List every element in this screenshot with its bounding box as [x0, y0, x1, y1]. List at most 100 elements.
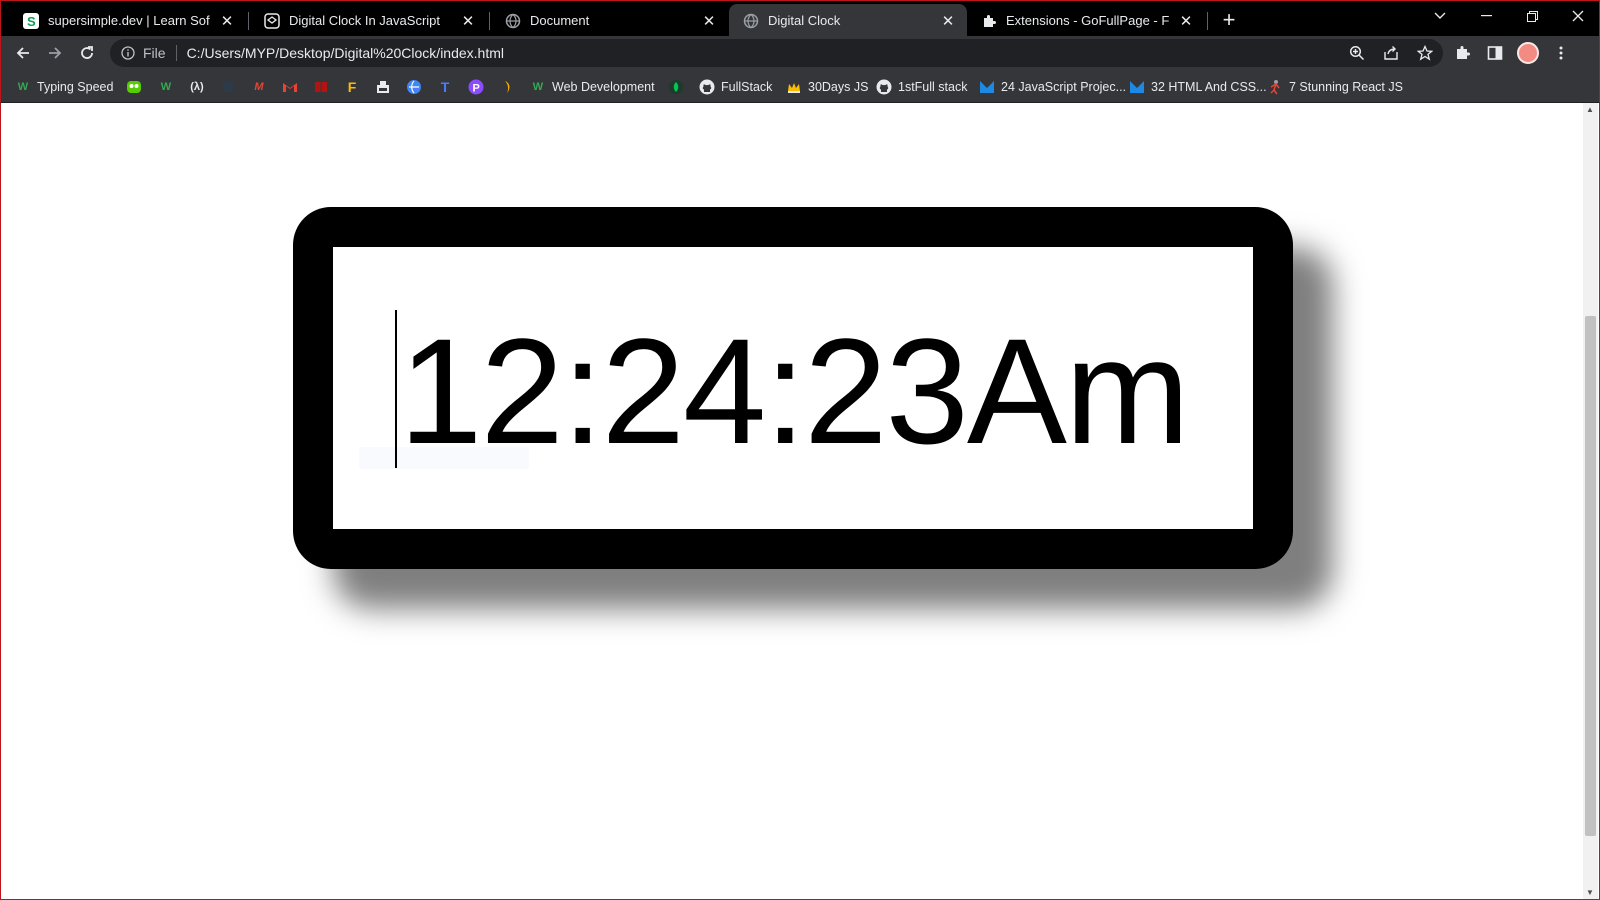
crown-icon: [786, 79, 802, 95]
bookmark-m[interactable]: M: [251, 77, 273, 97]
scroll-up-arrow-icon[interactable]: ▲: [1586, 105, 1594, 114]
bookmark-duolingo[interactable]: [126, 77, 148, 97]
clock-container: 12:24:23Am: [293, 207, 1293, 569]
github-icon: [876, 79, 892, 95]
close-icon[interactable]: ✕: [700, 12, 718, 30]
bookmark-w[interactable]: W: [158, 77, 180, 97]
tab-strip: S supersimple.dev | Learn Software ✕ Dig…: [0, 0, 1600, 37]
bookmark-book[interactable]: [313, 77, 335, 97]
close-icon[interactable]: ✕: [939, 12, 957, 30]
tab-extensions[interactable]: Extensions - GoFullPage - Full Pa ✕: [967, 4, 1205, 37]
new-tab-button[interactable]: +: [1215, 6, 1243, 34]
info-icon[interactable]: [120, 45, 136, 61]
globe-icon: [406, 79, 422, 95]
github-icon: [699, 79, 715, 95]
gmail-icon: [282, 79, 298, 95]
bookmark-label: 32 HTML And CSS...: [1151, 80, 1267, 94]
vertical-scrollbar[interactable]: ▲ ▼: [1583, 103, 1598, 899]
tab-supersimple[interactable]: S supersimple.dev | Learn Software ✕: [9, 4, 246, 37]
duolingo-icon: [126, 79, 142, 95]
back-button[interactable]: [10, 40, 36, 66]
tab-separator: [248, 12, 249, 30]
scheme-label: File: [143, 45, 166, 61]
restore-icon[interactable]: [1509, 1, 1555, 31]
bookmark-drop[interactable]: [499, 77, 521, 97]
bookmark-gmail[interactable]: [282, 77, 304, 97]
bookmark-star-icon[interactable]: [1415, 43, 1435, 63]
zoom-icon[interactable]: [1347, 43, 1367, 63]
bookmarks-bar: W Typing Speed W (λ) M F T P W Web Devel…: [0, 70, 1600, 103]
tab-digital-clock-js[interactable]: Digital Clock In JavaScript ✕: [250, 4, 487, 37]
p-icon: P: [468, 79, 484, 95]
close-icon[interactable]: ✕: [459, 12, 477, 30]
bookmark-tray[interactable]: [375, 77, 397, 97]
svg-text:P: P: [473, 83, 480, 95]
bookmark-label: 7 Stunning React JS: [1289, 80, 1403, 94]
bookmark-24-js-projects[interactable]: 24 JavaScript Projec...: [979, 77, 1126, 97]
back-arrow-icon: [16, 47, 29, 59]
bookmark-label: FullStack: [721, 80, 773, 94]
reload-icon: [81, 46, 93, 59]
drop-icon: [499, 79, 515, 95]
scrollbar-thumb[interactable]: [1585, 316, 1596, 836]
tab-title: Digital Clock: [768, 13, 841, 28]
side-panel-icon[interactable]: [1485, 43, 1505, 63]
reload-button[interactable]: [74, 40, 100, 66]
browser-toolbar: File C:/Users/MYP/Desktop/Digital%20Cloc…: [0, 36, 1600, 70]
scroll-down-arrow-icon[interactable]: ▼: [1586, 888, 1594, 897]
book-icon: [313, 79, 329, 95]
supersimple-icon: S: [23, 12, 39, 29]
w-icon: W: [17, 81, 29, 93]
extensions-icon[interactable]: [1453, 43, 1473, 63]
bookmark-f[interactable]: F: [344, 77, 366, 97]
globe-icon: [505, 13, 521, 29]
bookmark-1stfull-stack[interactable]: 1stFull stack: [876, 77, 967, 97]
bookmark-typing-speed[interactable]: W Typing Speed: [15, 77, 114, 97]
bookmark-web-development[interactable]: W Web Development: [530, 77, 655, 97]
bookmark-t[interactable]: T: [437, 77, 459, 97]
t-icon: T: [440, 79, 450, 95]
minimize-icon[interactable]: [1463, 1, 1509, 31]
url-text[interactable]: C:/Users/MYP/Desktop/Digital%20Clock/ind…: [187, 45, 504, 61]
codepen-icon: [264, 12, 280, 29]
bookmark-lambda[interactable]: (λ): [189, 77, 211, 97]
leaf-icon: [668, 79, 684, 95]
tab-separator: [489, 12, 490, 30]
bookmark-label: 1stFull stack: [898, 80, 968, 94]
close-icon[interactable]: ✕: [218, 12, 236, 30]
tab-title: supersimple.dev | Learn Software: [48, 13, 210, 28]
tab-digital-clock[interactable]: Digital Clock ✕: [729, 4, 967, 37]
bookmark-leaf[interactable]: [668, 77, 690, 97]
close-window-icon[interactable]: [1555, 1, 1600, 31]
m-icon: M: [254, 81, 264, 93]
bookmark-label: Typing Speed: [37, 80, 114, 94]
f-icon: F: [347, 79, 357, 95]
tab-search-icon[interactable]: [1417, 1, 1463, 31]
m-blue-icon: [979, 79, 995, 95]
w-icon: W: [160, 81, 172, 93]
bookmark-blank[interactable]: [220, 77, 242, 97]
bookmark-30days-js[interactable]: 30Days JS: [786, 77, 868, 97]
bookmark-label: 30Days JS: [808, 80, 869, 94]
close-icon[interactable]: ✕: [1177, 12, 1195, 30]
forward-button[interactable]: [42, 40, 68, 66]
bookmark-label: 24 JavaScript Projec...: [1001, 80, 1127, 94]
globe-icon: [743, 13, 759, 29]
share-icon[interactable]: [1381, 43, 1401, 63]
profile-avatar[interactable]: [1517, 42, 1539, 64]
tray-icon: [375, 79, 391, 95]
menu-kebab-icon[interactable]: [1551, 43, 1571, 63]
address-bar[interactable]: File C:/Users/MYP/Desktop/Digital%20Cloc…: [110, 39, 1443, 67]
w-icon: W: [532, 81, 544, 93]
tab-document[interactable]: Document ✕: [491, 4, 728, 37]
bookmark-fullstack[interactable]: FullStack: [699, 77, 772, 97]
lambda-icon: (λ): [190, 81, 204, 93]
tab-separator: [1207, 12, 1208, 30]
bookmark-globe[interactable]: [406, 77, 428, 97]
bookmark-32-html-css[interactable]: 32 HTML And CSS...: [1129, 77, 1267, 97]
clock-display: 12:24:23Am: [333, 247, 1253, 529]
bookmark-p[interactable]: P: [468, 77, 490, 97]
puzzle-icon: [981, 13, 997, 29]
bookmark-7-stunning-react[interactable]: 7 Stunning React JS: [1267, 77, 1403, 97]
text-cursor: [395, 310, 397, 468]
